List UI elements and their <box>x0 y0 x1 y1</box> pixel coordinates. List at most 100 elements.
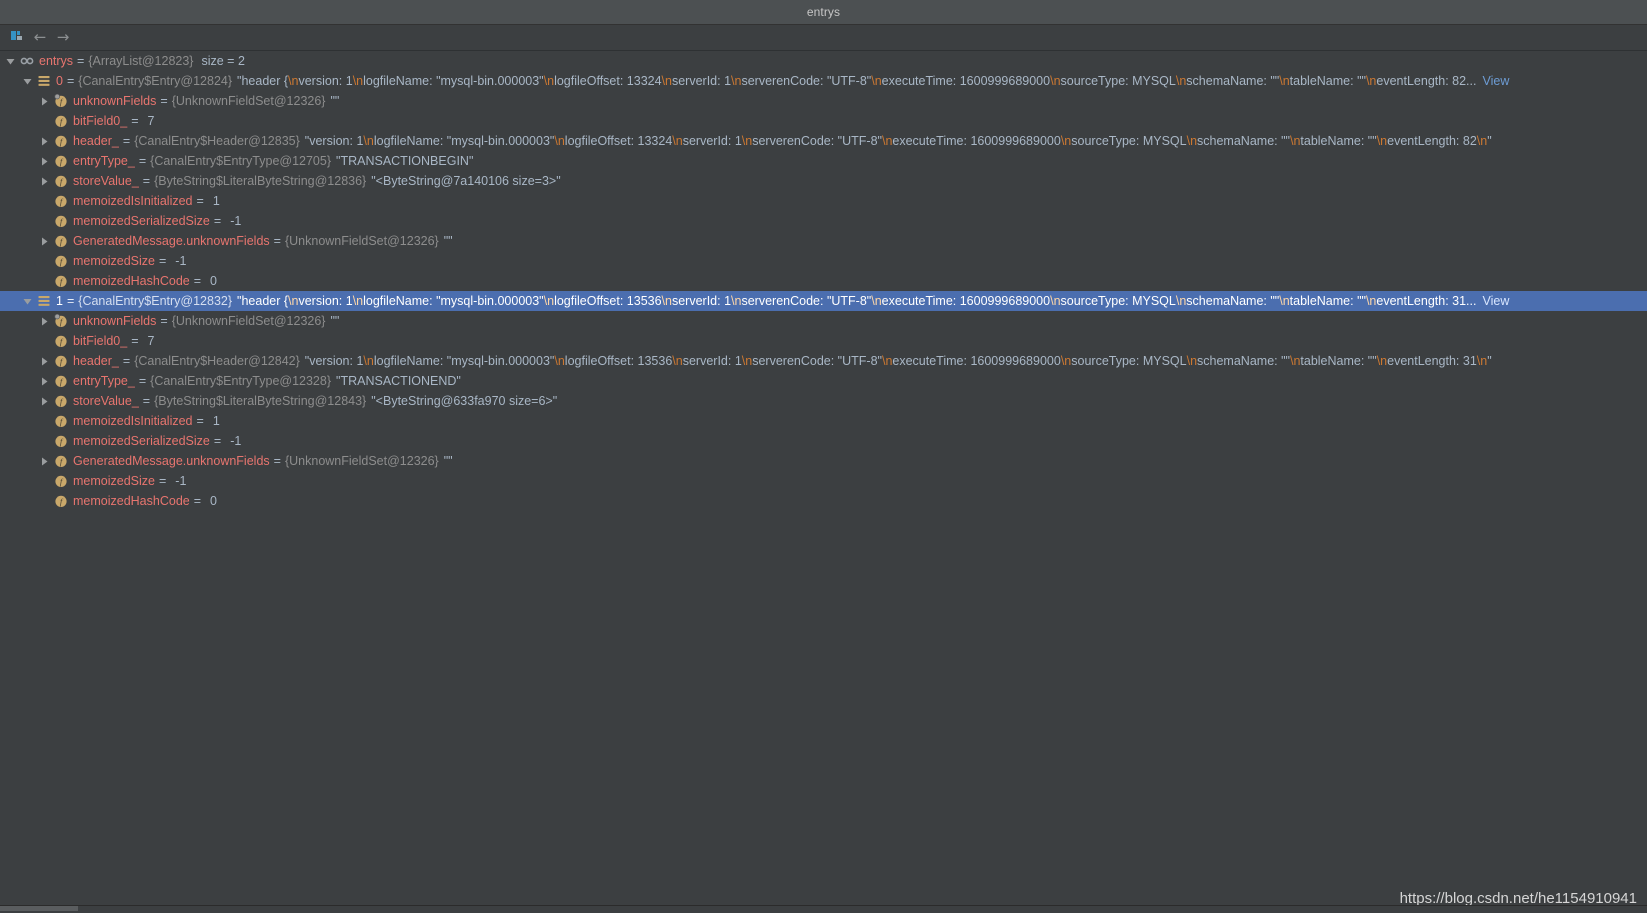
tree-row[interactable]: fstoreValue_={ByteString$LiteralByteStri… <box>0 391 1647 411</box>
value-text: schemaName: "" <box>1197 131 1290 151</box>
tree-row[interactable]: fmemoizedHashCode=0 <box>0 491 1647 511</box>
tree-row[interactable]: fmemoizedSize=-1 <box>0 251 1647 271</box>
variable-name: memoizedHashCode <box>73 271 190 291</box>
tree-row[interactable]: fbitField0_=7 <box>0 111 1647 131</box>
value-text: -1 <box>230 211 241 231</box>
escape-sequence: \n <box>1061 351 1071 371</box>
field-icon: f <box>53 233 69 249</box>
chevron-down-icon[interactable] <box>21 71 34 91</box>
equals-sign: = <box>193 191 208 211</box>
variable-name: entrys <box>39 51 73 71</box>
field-private-icon: f <box>53 93 69 109</box>
equals-sign: = <box>127 111 142 131</box>
forward-button[interactable]: → <box>52 27 74 48</box>
show-in-view-button[interactable] <box>6 27 28 48</box>
equals-sign: = <box>63 71 78 91</box>
tree-row[interactable]: fmemoizedSize=-1 <box>0 471 1647 491</box>
variable-name: entryType_ <box>73 151 135 171</box>
variable-name: memoizedIsInitialized <box>73 191 193 211</box>
chevron-right-icon[interactable] <box>38 371 51 391</box>
escape-sequence: \n <box>672 351 682 371</box>
value-text: serverId: 1 <box>683 131 742 151</box>
variable-name: memoizedHashCode <box>73 491 190 511</box>
tree-row[interactable]: funknownFields={UnknownFieldSet@12326}"" <box>0 311 1647 331</box>
value-text: serverId: 1 <box>672 71 731 91</box>
chevron-right-icon[interactable] <box>38 391 51 411</box>
chevron-right-icon[interactable] <box>38 91 51 111</box>
chevron-right-icon[interactable] <box>38 131 51 151</box>
tree-row[interactable]: fmemoizedIsInitialized=1 <box>0 411 1647 431</box>
tree-indent <box>4 101 38 102</box>
tree-row[interactable]: 0={CanalEntry$Entry@12824}"header {\n ve… <box>0 71 1647 91</box>
tree-row[interactable]: fGeneratedMessage.unknownFields={Unknown… <box>0 451 1647 471</box>
value-text: 7 <box>148 111 155 131</box>
variable-name: bitField0_ <box>73 111 127 131</box>
tree-indent <box>4 201 38 202</box>
tree-row[interactable]: funknownFields={UnknownFieldSet@12326}"" <box>0 91 1647 111</box>
tree-row[interactable]: fheader_={CanalEntry$Header@12842}"versi… <box>0 351 1647 371</box>
tree-spacer <box>38 471 51 491</box>
value-text: schemaName: "" <box>1186 71 1279 91</box>
back-button[interactable]: ← <box>29 27 51 48</box>
value-text: 7 <box>148 331 155 351</box>
equals-sign: = <box>139 391 154 411</box>
tree-row[interactable]: fbitField0_=7 <box>0 331 1647 351</box>
value-text: -1 <box>175 471 186 491</box>
tree-row[interactable]: entrys={ArrayList@12823}size = 2 <box>0 51 1647 71</box>
tree-row[interactable]: fmemoizedSerializedSize=-1 <box>0 431 1647 451</box>
chevron-right-icon[interactable] <box>38 171 51 191</box>
tree-spacer <box>38 271 51 291</box>
field-icon: f <box>53 433 69 449</box>
value-text: version: 1 <box>298 71 352 91</box>
tree-indent <box>4 381 38 382</box>
tree-row[interactable]: fmemoizedSerializedSize=-1 <box>0 211 1647 231</box>
tree-row[interactable]: fGeneratedMessage.unknownFields={Unknown… <box>0 231 1647 251</box>
variables-tree[interactable]: entrys={ArrayList@12823}size = 20={Canal… <box>0 51 1647 913</box>
variable-type: {UnknownFieldSet@12326} <box>285 451 439 471</box>
tree-row[interactable]: fentryType_={CanalEntry$EntryType@12328}… <box>0 371 1647 391</box>
array-element-icon <box>36 293 52 309</box>
tree-row[interactable]: fmemoizedHashCode=0 <box>0 271 1647 291</box>
field-icon: f <box>53 493 69 509</box>
chevron-right-icon[interactable] <box>38 151 51 171</box>
chevron-right-icon[interactable] <box>38 311 51 331</box>
tree-spacer <box>38 251 51 271</box>
value-text: " <box>1487 131 1491 151</box>
equals-sign: = <box>119 131 134 151</box>
tree-row[interactable]: 1={CanalEntry$Entry@12832}"header {\n ve… <box>0 291 1647 311</box>
value-text: executeTime: 1600999689000 <box>892 131 1060 151</box>
field-icon: f <box>53 273 69 289</box>
chevron-right-icon[interactable] <box>38 351 51 371</box>
forward-arrow-icon: → <box>57 30 70 45</box>
tree-row[interactable]: fentryType_={CanalEntry$EntryType@12705}… <box>0 151 1647 171</box>
escape-sequence: \n <box>731 71 741 91</box>
view-link[interactable]: View <box>1482 71 1509 91</box>
tree-indent <box>4 161 38 162</box>
tree-indent <box>4 221 38 222</box>
tree-indent <box>4 81 21 82</box>
variable-name: header_ <box>73 131 119 151</box>
tree-indent <box>4 361 38 362</box>
escape-sequence: \n <box>1366 71 1376 91</box>
variable-name: GeneratedMessage.unknownFields <box>73 451 270 471</box>
tree-spacer <box>38 191 51 211</box>
equals-sign: = <box>155 251 170 271</box>
value-text: schemaName: "" <box>1197 351 1290 371</box>
chevron-right-icon[interactable] <box>38 451 51 471</box>
tree-spacer <box>38 431 51 451</box>
chevron-right-icon[interactable] <box>38 231 51 251</box>
tree-row[interactable]: fstoreValue_={ByteString$LiteralByteStri… <box>0 171 1647 191</box>
tree-indent <box>4 421 38 422</box>
escape-sequence: \n <box>1290 131 1300 151</box>
chevron-down-icon[interactable] <box>21 291 34 311</box>
chevron-down-icon[interactable] <box>4 51 17 71</box>
tree-row[interactable]: fmemoizedIsInitialized=1 <box>0 191 1647 211</box>
value-text: 0 <box>210 271 217 291</box>
window-title: entrys <box>807 5 840 19</box>
window-titlebar: entrys <box>0 0 1647 25</box>
variable-name: memoizedSerializedSize <box>73 431 210 451</box>
value-text: serverenCode: "UTF-8" <box>752 131 882 151</box>
tree-row[interactable]: fheader_={CanalEntry$Header@12835}"versi… <box>0 131 1647 151</box>
value-text: tableName: "" <box>1300 131 1376 151</box>
view-link[interactable]: View <box>1482 291 1509 311</box>
